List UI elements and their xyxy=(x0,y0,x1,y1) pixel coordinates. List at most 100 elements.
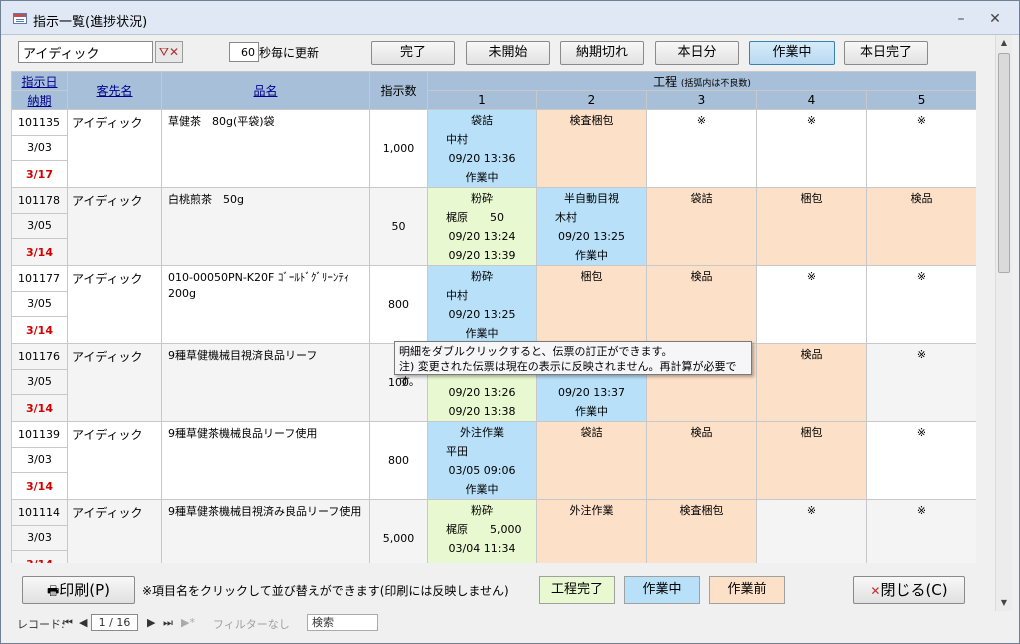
next-record-icon[interactable]: ▶ xyxy=(147,616,155,629)
product-cell[interactable]: 9種草健機械目視済良品リーフ xyxy=(161,343,370,422)
process-cell[interactable]: 袋詰 xyxy=(646,187,757,266)
process-cell[interactable]: 検査梱包 xyxy=(646,499,757,563)
process-cell[interactable]: 検品 xyxy=(646,421,757,500)
customer-cell[interactable]: アイディック xyxy=(67,187,162,266)
process-cell[interactable]: 外注作業 平田 03/05 09:06 作業中 xyxy=(427,421,537,500)
product-cell[interactable]: 白桃煎茶 50g xyxy=(161,187,370,266)
quantity-cell[interactable]: 50 xyxy=(369,187,428,266)
printer-icon: 🖶 xyxy=(46,584,60,599)
filter-not-started-button[interactable]: 未開始 xyxy=(466,41,550,65)
customer-filter-input[interactable] xyxy=(18,41,153,63)
customer-cell[interactable]: アイディック xyxy=(67,265,162,344)
process-line: ※ xyxy=(806,270,817,283)
filter-in-progress-button[interactable]: 作業中 xyxy=(749,41,835,65)
prev-record-icon[interactable]: ◀ xyxy=(79,616,87,629)
process-line: 作業中 xyxy=(465,171,499,184)
process-line: 袋詰 xyxy=(580,426,603,439)
search-input[interactable]: 検索 xyxy=(307,614,378,631)
process-cell[interactable]: 半自動目視 木村 09/20 13:25 作業中 xyxy=(536,187,647,266)
quantity-cell[interactable]: 800 xyxy=(369,265,428,344)
process-line: 外注作業 xyxy=(569,504,614,517)
header-order-date[interactable]: 指示日 xyxy=(11,71,68,91)
new-record-icon[interactable]: ▶* xyxy=(181,616,195,629)
refresh-seconds-input[interactable] xyxy=(229,42,259,62)
order-date: 3/03 xyxy=(11,446,68,474)
product-cell[interactable]: 9種草健茶機械目視済み良品リーフ使用 xyxy=(161,499,370,563)
process-cell[interactable]: ※ xyxy=(756,499,867,563)
process-cell[interactable]: 外注作業 xyxy=(536,499,647,563)
due-date: 3/14 xyxy=(11,394,68,422)
quantity-cell[interactable]: 1,000 xyxy=(369,109,428,188)
process-line: 作業中 xyxy=(465,483,499,496)
filter-overdue-button[interactable]: 納期切れ xyxy=(560,41,644,65)
print-button[interactable]: 🖶印刷(P) xyxy=(22,576,135,604)
filter-status[interactable]: フィルターなし xyxy=(213,616,290,632)
process-line: 粉砕 xyxy=(471,270,493,283)
process-cell[interactable]: ※ xyxy=(865,421,976,500)
scroll-thumb[interactable] xyxy=(998,53,1010,273)
process-cell[interactable]: ※ xyxy=(865,499,976,563)
customer-cell[interactable]: アイディック xyxy=(67,499,162,563)
process-line: ※ xyxy=(916,426,927,439)
process-line: ※ xyxy=(806,504,817,517)
process-line: 梱包 xyxy=(580,270,603,283)
header-customer[interactable]: 客先名 xyxy=(67,71,162,110)
process-line: 検品 xyxy=(690,426,713,439)
filter-clear-button[interactable]: ⛛✕ xyxy=(155,41,183,63)
process-line: 梶原 50 xyxy=(446,211,504,224)
process-cell[interactable]: 粉砕梶原 5,00003/04 11:3403/04 11:34 xyxy=(427,499,537,563)
process-cell[interactable]: 検品 xyxy=(865,187,976,266)
process-cell[interactable]: 梱包 xyxy=(756,187,867,266)
process-cell[interactable]: ※ xyxy=(756,109,867,188)
order-date: 3/05 xyxy=(11,212,68,240)
process-cell[interactable]: 梱包 xyxy=(536,265,647,344)
process-cell[interactable]: 粉砕 中村 09/20 13:25 作業中 xyxy=(427,265,537,344)
product-cell[interactable]: 9種草健茶機械良品リーフ使用 xyxy=(161,421,370,500)
process-line: 作業中 xyxy=(575,405,608,418)
record-current[interactable]: 1 / 16 xyxy=(91,614,138,631)
header-product[interactable]: 品名 xyxy=(161,71,370,110)
process-cell[interactable]: 検品 xyxy=(756,343,867,422)
process-cell[interactable]: ※ xyxy=(865,343,976,422)
quantity-cell[interactable]: 800 xyxy=(369,421,428,500)
order-id: 101139 xyxy=(11,421,68,448)
customer-cell[interactable]: アイディック xyxy=(67,343,162,422)
process-cell[interactable]: 粉砕 梶原 50 09/20 13:24 09/20 13:39 xyxy=(427,187,537,266)
scroll-up-icon[interactable]: ▲ xyxy=(996,35,1012,51)
process-cell[interactable]: ※ xyxy=(646,109,757,188)
process-cell[interactable]: ※ xyxy=(756,265,867,344)
process-cell[interactable]: 検品 xyxy=(646,265,757,344)
process-line: 09/20 13:25 xyxy=(448,308,516,321)
product-cell[interactable]: 草健茶 80g(平袋)袋 xyxy=(161,109,370,188)
process-line: 09/20 13:25 xyxy=(558,230,625,243)
first-record-icon[interactable]: ⏮ xyxy=(63,616,73,630)
filter-today-button[interactable]: 本日分 xyxy=(655,41,739,65)
table-row[interactable]: 101114 アイディック 9種草健茶機械目視済み良品リーフ使用 5,000 粉砕 梶原 … xyxy=(11,499,976,563)
process-cell[interactable]: 袋詰 中村 09/20 13:36 作業中 xyxy=(427,109,537,188)
process-cell[interactable]: ※ xyxy=(865,109,976,188)
close-window-button[interactable]: ✕ xyxy=(985,9,1005,29)
process-cell[interactable]: 検査梱包 xyxy=(536,109,647,188)
close-button[interactable]: ✕閉じる(C) xyxy=(853,576,965,604)
tooltip-line-2: 注) 変更された伝票は現在の表示に反映されません。再計算が必要です。 xyxy=(399,360,737,388)
scroll-down-icon[interactable]: ▼ xyxy=(996,595,1012,611)
table-row[interactable]: 101135 アイディック 草健茶 80g(平袋)袋 1,000 袋詰 中村 09/20 1… xyxy=(11,109,976,188)
header-due-date[interactable]: 納期 xyxy=(11,90,68,110)
minimize-button[interactable]: – xyxy=(951,9,971,29)
filter-today-done-button[interactable]: 本日完了 xyxy=(844,41,928,65)
customer-cell[interactable]: アイディック xyxy=(67,421,162,500)
order-id: 101178 xyxy=(11,187,68,214)
table-row[interactable]: 101178 アイディック 白桃煎茶 50g 50 粉砕 梶原 50 09/20 13:24… xyxy=(11,187,976,266)
due-date: 3/14 xyxy=(11,238,68,266)
table-row[interactable]: 101139 アイディック 9種草健茶機械良品リーフ使用 800 外注作業 平田 03/05… xyxy=(11,421,976,500)
vertical-scrollbar[interactable]: ▲ ▼ xyxy=(995,35,1012,611)
process-cell[interactable]: ※ xyxy=(865,265,976,344)
process-cell[interactable]: 梱包 xyxy=(756,421,867,500)
product-cell[interactable]: 010-00050PN-K20F ｺﾞｰﾙﾄﾞｸﾞﾘｰﾝﾃｨ 200g xyxy=(161,265,370,344)
table-row[interactable]: 101177 アイディック 010-00050PN-K20F ｺﾞｰﾙﾄﾞｸﾞﾘｰﾝ… xyxy=(11,265,976,344)
process-cell[interactable]: 袋詰 xyxy=(536,421,647,500)
filter-done-button[interactable]: 完了 xyxy=(371,41,455,65)
customer-cell[interactable]: アイディック xyxy=(67,109,162,188)
last-record-icon[interactable]: ⏭ xyxy=(163,616,173,630)
quantity-cell[interactable]: 5,000 xyxy=(369,499,428,563)
